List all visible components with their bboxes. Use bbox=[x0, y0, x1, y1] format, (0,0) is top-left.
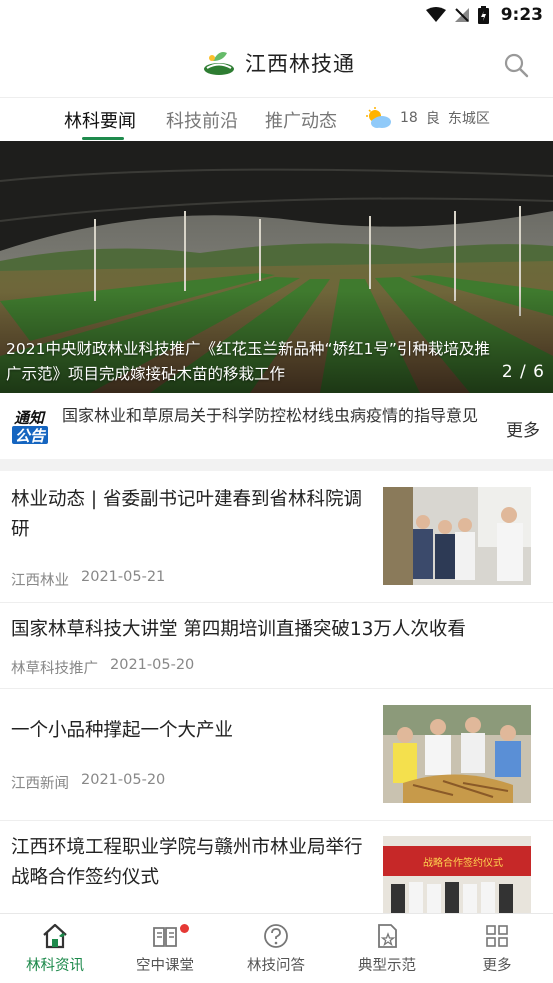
nav-label: 林技问答 bbox=[247, 958, 305, 974]
status-icons: 9:23 bbox=[425, 5, 543, 25]
news-title: 江西环境工程职业学院与赣州市林业局举行战略合作签约仪式 bbox=[11, 837, 363, 888]
news-item[interactable]: 一个小品种撑起一个大产业 江西新闻 2021-05-20 bbox=[0, 689, 553, 821]
news-title: 国家林草科技大讲堂 第四期培训直播突破13万人次收看 bbox=[11, 619, 466, 640]
nav-linji-wenda[interactable]: 林技问答 bbox=[231, 922, 321, 975]
news-item[interactable]: 林业动态 | 省委副书记叶建春到省林科院调研 江西林业 2021-05-21 bbox=[0, 471, 553, 603]
svg-text:战略合作签约仪式: 战略合作签约仪式 bbox=[423, 856, 503, 869]
news-date: 2021-05-20 bbox=[81, 772, 166, 788]
tab-linke-yaowen[interactable]: 林科要闻 bbox=[64, 107, 136, 133]
news-source: 林草科技推广 bbox=[11, 661, 98, 677]
news-meta: 林草科技推广 2021-05-20 bbox=[11, 657, 194, 678]
wifi-icon bbox=[425, 7, 446, 22]
notice-badge-icon: 通知 公告 bbox=[12, 409, 48, 445]
nav-label: 林科资讯 bbox=[26, 958, 84, 974]
tab-tuiguang-dongtai[interactable]: 推广动态 bbox=[265, 107, 337, 133]
question-circle-icon bbox=[264, 924, 288, 948]
section-divider bbox=[0, 459, 553, 471]
notice-bar[interactable]: 通知 公告 国家林业和草原局关于科学防控松材线虫病疫情的指导意见 更多 bbox=[0, 393, 553, 459]
svg-text:公告: 公告 bbox=[15, 427, 47, 445]
nav-label: 空中课堂 bbox=[136, 958, 194, 974]
app-title: 江西林技通 bbox=[245, 52, 355, 76]
banner-caption: 2021中央财政林业科技推广《红花玉兰新品种“娇红1号”引种栽培及推广示范》项目… bbox=[6, 340, 490, 383]
banner-page-indicator: 2 / 6 bbox=[501, 362, 545, 382]
news-source: 江西林业 bbox=[11, 573, 69, 589]
document-star-icon bbox=[378, 924, 397, 948]
unread-dot bbox=[180, 924, 189, 933]
news-meta: 江西新闻 2021-05-20 bbox=[11, 772, 165, 793]
news-item[interactable]: 江西环境工程职业学院与赣州市林业局举行战略合作签约仪式 战略合作签约仪式 bbox=[0, 821, 553, 913]
nav-linke-zixun[interactable]: 林科资讯 bbox=[10, 922, 100, 975]
news-title: 林业动态 | 省委副书记叶建春到省林科院调研 bbox=[11, 489, 362, 540]
grid-icon bbox=[486, 925, 508, 947]
bottom-navigation: 林科资讯 空中课堂 林技问答 典型示范 更多 bbox=[0, 913, 553, 983]
app-root: 9:23 江西林技通 林科要闻 科技前沿 推广动态 18 良 东城区 2021中… bbox=[0, 0, 553, 983]
battery-icon bbox=[477, 6, 489, 24]
weather-quality: 良 bbox=[425, 111, 440, 127]
news-date: 2021-05-20 bbox=[110, 657, 195, 673]
nav-more[interactable]: 更多 bbox=[452, 922, 542, 975]
brand: 江西林技通 bbox=[203, 48, 355, 78]
news-date: 2021-05-21 bbox=[81, 569, 166, 585]
weather-temp: 18 bbox=[400, 110, 418, 126]
active-tab-indicator bbox=[82, 137, 124, 140]
notice-more-link[interactable]: 更多 bbox=[506, 416, 540, 441]
search-icon[interactable] bbox=[503, 52, 529, 78]
news-thumbnail bbox=[383, 705, 531, 803]
partly-cloudy-icon bbox=[366, 107, 391, 128]
tab-keji-qianyan[interactable]: 科技前沿 bbox=[166, 107, 238, 133]
no-signal-icon bbox=[454, 8, 469, 22]
svg-text:通知: 通知 bbox=[14, 409, 46, 427]
status-time: 9:23 bbox=[500, 5, 543, 25]
news-meta: 江西林业 2021-05-21 bbox=[11, 569, 165, 590]
category-tabs: 林科要闻 科技前沿 推广动态 18 良 东城区 bbox=[0, 99, 553, 141]
news-thumbnail bbox=[383, 487, 531, 585]
app-header: 江西林技通 bbox=[0, 32, 553, 98]
nav-label: 典型示范 bbox=[358, 958, 416, 974]
notice-text[interactable]: 国家林业和草原局关于科学防控松材线虫病疫情的指导意见 bbox=[62, 403, 496, 428]
book-icon bbox=[153, 927, 177, 947]
home-icon bbox=[43, 923, 67, 949]
news-source: 江西新闻 bbox=[11, 776, 69, 792]
status-bar: 9:23 bbox=[0, 0, 553, 32]
news-title: 一个小品种撑起一个大产业 bbox=[11, 720, 234, 741]
nav-dianxing-shifan[interactable]: 典型示范 bbox=[342, 922, 432, 975]
nav-kongzhong-ketang[interactable]: 空中课堂 bbox=[120, 922, 210, 975]
banner-carousel[interactable]: 2021中央财政林业科技推广《红花玉兰新品种“娇红1号”引种栽培及推广示范》项目… bbox=[0, 141, 553, 393]
news-thumbnail: 战略合作签约仪式 bbox=[383, 836, 531, 913]
news-item[interactable]: 国家林草科技大讲堂 第四期培训直播突破13万人次收看 林草科技推广 2021-0… bbox=[0, 603, 553, 689]
weather-district: 东城区 bbox=[447, 111, 490, 127]
nav-label: 更多 bbox=[482, 958, 512, 974]
app-logo-icon bbox=[204, 52, 234, 75]
weather-widget[interactable]: 18 良 东城区 bbox=[366, 107, 490, 129]
